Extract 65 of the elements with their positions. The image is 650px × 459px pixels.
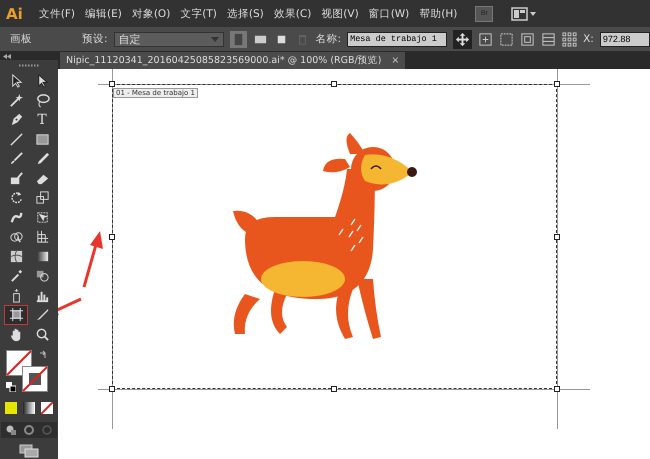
annotation-arrow	[80, 229, 104, 289]
app-logo: Ai	[6, 4, 23, 22]
color-mode-icon[interactable]	[5, 402, 17, 414]
document-tab[interactable]: Nipic_11120341_20160425085823569000.ai* @ 100% (RGB/预览) ×	[60, 52, 406, 69]
eyedropper-icon	[8, 268, 24, 284]
menu-item[interactable]: 文字(T)	[180, 6, 217, 20]
name-label: 名称:	[316, 32, 342, 46]
mesh-icon	[8, 248, 24, 264]
artboard-icon	[8, 307, 24, 322]
knife-icon	[34, 307, 50, 322]
gradient-mode-icon[interactable]	[23, 402, 35, 414]
preset-label: 预设:	[82, 32, 108, 46]
menu-item[interactable]: 视图(V)	[321, 6, 359, 20]
resize-handle[interactable]	[554, 386, 560, 392]
none-mode-icon[interactable]	[41, 402, 53, 414]
preset-dropdown[interactable]: 自定	[114, 32, 224, 46]
perspective-grid-icon	[34, 229, 50, 244]
tool-button[interactable]: T	[30, 110, 54, 130]
resize-handle[interactable]	[554, 81, 560, 87]
panel-label: 画板	[10, 32, 32, 46]
menu-item[interactable]: 选择(S)	[226, 6, 264, 20]
resize-handle[interactable]	[109, 81, 115, 87]
menu-item[interactable]: 帮助(H)	[419, 6, 458, 20]
grip-icon[interactable]	[19, 64, 39, 67]
options-icon[interactable]	[541, 32, 556, 46]
resize-handle[interactable]	[109, 386, 115, 392]
scale-icon	[34, 190, 50, 206]
menu-item[interactable]: 文件(F)	[38, 6, 75, 20]
caret-icon	[210, 36, 219, 42]
x-label: X:	[583, 33, 594, 45]
x-field[interactable]: 972.88	[600, 32, 650, 46]
screen-mode-icon[interactable]	[19, 444, 39, 458]
menu-item[interactable]: 编辑(E)	[85, 6, 122, 20]
draw-normal-icon[interactable]	[5, 424, 17, 436]
safe-area-icon[interactable]	[520, 32, 536, 46]
workspace-switcher-icon[interactable]	[511, 6, 538, 20]
center-mark-icon[interactable]	[478, 32, 494, 46]
default-colors-icon[interactable]	[6, 382, 16, 392]
draw-behind-icon[interactable]	[23, 424, 35, 436]
menu-item[interactable]: 效果(C)	[274, 6, 312, 20]
swap-icon[interactable]	[38, 350, 48, 360]
menu-item[interactable]: 窗口(W)	[368, 6, 410, 20]
rectangle-icon	[34, 132, 50, 147]
transform-icon	[34, 210, 50, 225]
resize-handle[interactable]	[109, 234, 115, 240]
blend-icon	[34, 268, 50, 284]
reference-point-icon[interactable]	[562, 32, 578, 46]
lasso-icon	[34, 92, 50, 108]
move-icon[interactable]	[453, 30, 472, 48]
tool-button[interactable]	[4, 305, 28, 324]
close-tab-button[interactable]: ×	[391, 55, 400, 66]
resize-handle[interactable]	[331, 386, 337, 392]
line-icon	[8, 132, 24, 147]
zoom-icon	[34, 326, 50, 342]
wand-icon	[8, 92, 24, 108]
resize-handle[interactable]	[331, 81, 337, 87]
brush-icon	[8, 151, 24, 166]
blob-brush-icon	[8, 170, 24, 186]
rotate-icon	[8, 190, 24, 206]
menu-item[interactable]: 对象(O)	[132, 6, 170, 20]
resize-handle[interactable]	[554, 234, 560, 240]
hand-icon	[8, 326, 24, 342]
name-field[interactable]: Mesa de trabajo 1	[347, 32, 448, 46]
type-icon: T	[37, 112, 47, 128]
stroke-swatch[interactable]	[22, 366, 48, 392]
